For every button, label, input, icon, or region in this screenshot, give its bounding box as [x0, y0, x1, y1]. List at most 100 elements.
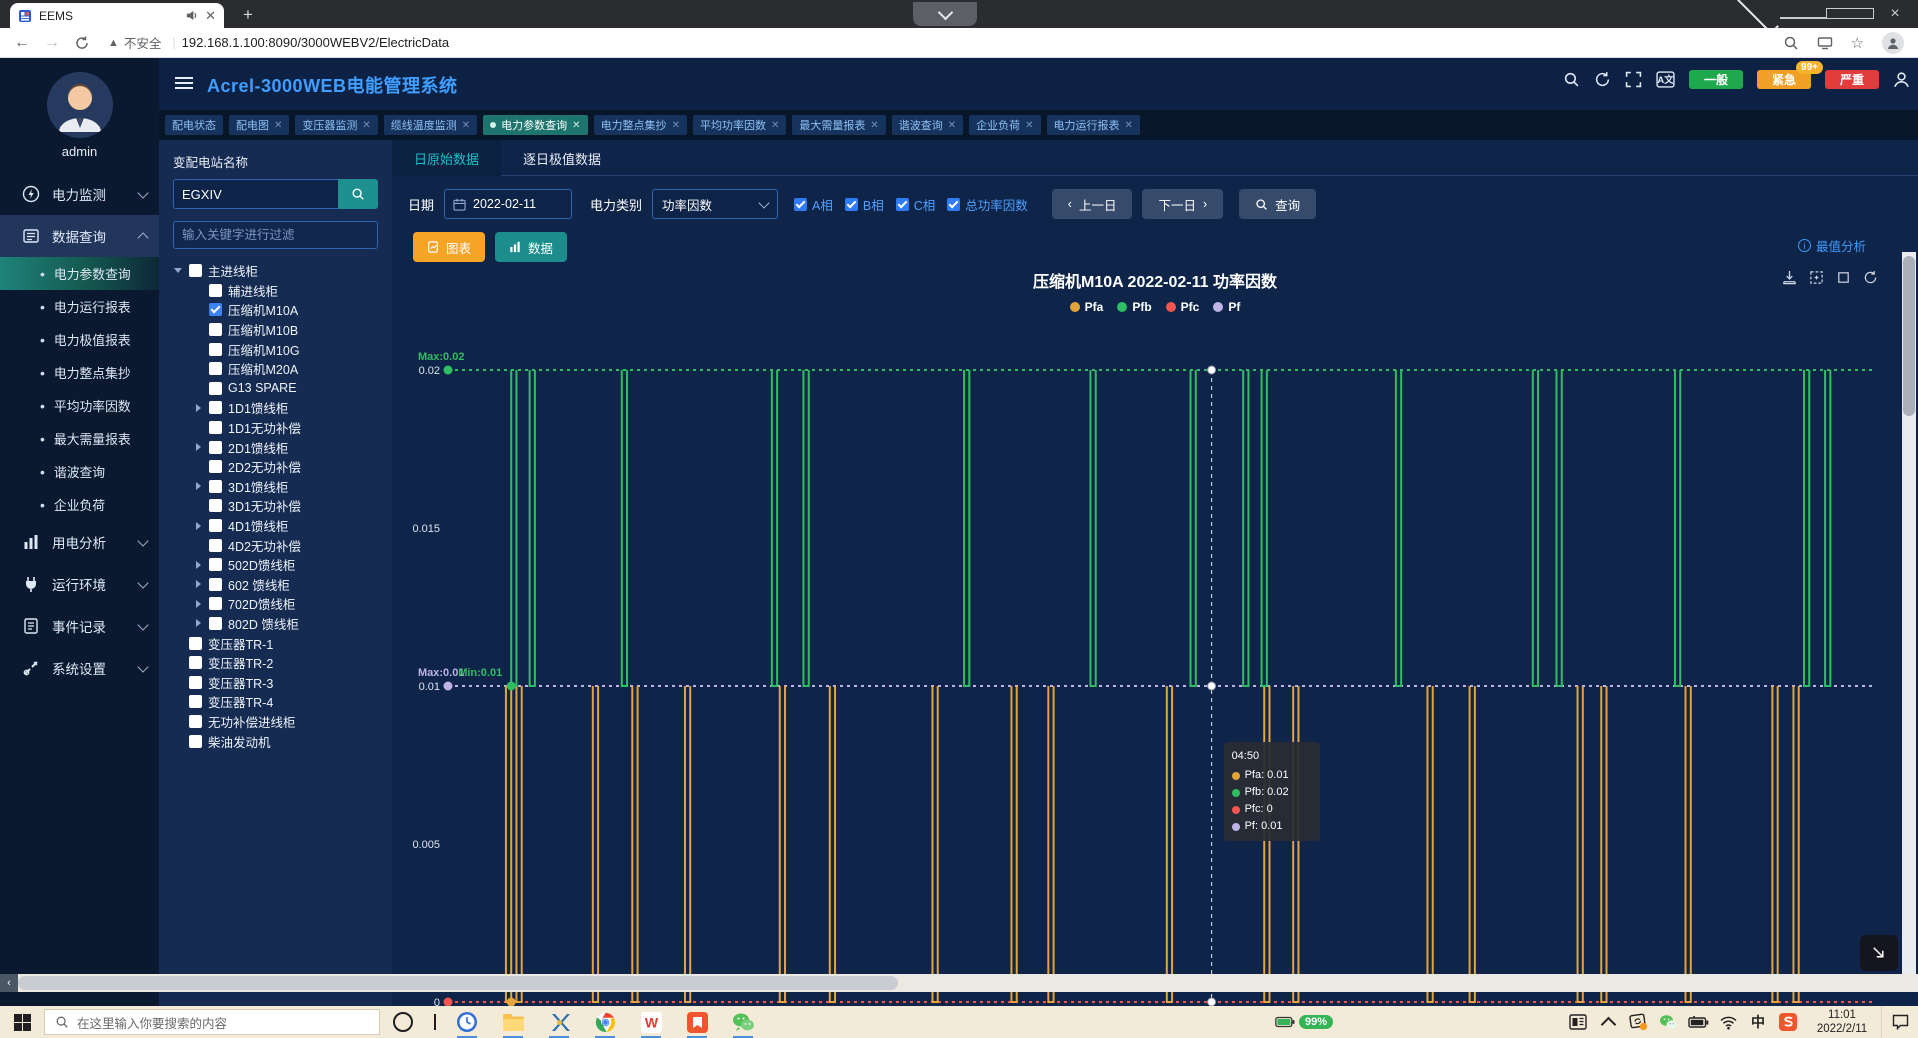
tree-checkbox[interactable] [209, 323, 222, 336]
nav-tab-1[interactable]: 配电状态 [165, 115, 223, 135]
type-select[interactable]: 功率因数 [652, 189, 778, 219]
nav-tab-3[interactable]: 变压器监测✕ [295, 115, 377, 135]
tree-checkbox[interactable] [189, 637, 202, 650]
close-tab-icon[interactable]: ✕ [362, 120, 370, 131]
tree-caret-icon[interactable] [193, 404, 203, 412]
sidebar-item-5[interactable]: 事件记录 [0, 605, 159, 647]
tree-checkbox[interactable] [209, 539, 222, 552]
red-app-icon[interactable] [674, 1006, 720, 1038]
tree-checkbox[interactable] [209, 382, 222, 395]
file-explorer-icon[interactable] [490, 1006, 536, 1038]
tree-node[interactable]: 4D1馈线柜 [173, 516, 378, 536]
checkbox-icon[interactable] [794, 198, 807, 211]
tree-checkbox[interactable] [209, 460, 222, 473]
tree-node[interactable]: 3D1馈线柜 [173, 477, 378, 497]
sidebar-subitem-1[interactable]: •电力参数查询 [0, 257, 159, 290]
avatar[interactable] [47, 72, 113, 138]
phase-checkbox-4[interactable]: 总功率因数 [947, 195, 1028, 214]
nav-tab-5[interactable]: 电力参数查询✕ [483, 115, 587, 135]
nav-tab-6[interactable]: 电力整点集抄✕ [594, 115, 687, 135]
clock-app-icon[interactable] [444, 1006, 490, 1038]
sidebar-item-6[interactable]: 系统设置 [0, 647, 159, 689]
browser-avatar-icon[interactable] [1882, 32, 1904, 54]
tree-caret-icon[interactable] [193, 600, 203, 608]
wifi-icon[interactable] [1713, 1006, 1743, 1038]
tree-checkbox[interactable] [189, 676, 202, 689]
scroll-left-arrow[interactable]: ‹ [0, 974, 18, 992]
checkbox-icon[interactable] [845, 198, 858, 211]
sidebar-subitem-7[interactable]: •谐波查询 [0, 455, 159, 488]
sub-tab-2[interactable]: 逐日极值数据 [501, 140, 623, 176]
tree-node[interactable]: 1D1无功补偿 [173, 418, 378, 438]
translate-icon[interactable]: A文 [1656, 71, 1675, 88]
tree-caret-icon[interactable] [193, 561, 203, 569]
tree-node[interactable]: 主进线柜 [173, 261, 378, 281]
tree-node[interactable]: 无功补偿进线柜 [173, 712, 378, 732]
chrome-icon[interactable] [582, 1006, 628, 1038]
window-close-button[interactable]: × [1872, 5, 1918, 23]
tree-checkbox[interactable] [189, 264, 202, 277]
alarm-badge-normal[interactable]: 一般 [1689, 70, 1743, 89]
nav-tab-9[interactable]: 谐波查询✕ [892, 115, 963, 135]
tree-node[interactable]: 辅进线柜 [173, 281, 378, 301]
chart-view-button[interactable]: 图表 [413, 232, 485, 262]
tree-node[interactable]: 变压器TR-3 [173, 672, 378, 692]
sidebar-subitem-6[interactable]: •最大需量报表 [0, 422, 159, 455]
tree-checkbox[interactable] [209, 303, 222, 316]
tree-checkbox[interactable] [209, 421, 222, 434]
wechat-icon[interactable] [720, 1006, 766, 1038]
window-minimize-button[interactable] [1780, 7, 1826, 22]
x-app-icon[interactable] [536, 1006, 582, 1038]
sidebar-item-4[interactable]: 运行环境 [0, 563, 159, 605]
hamburger-menu-icon[interactable] [175, 77, 193, 91]
sidebar-subitem-8[interactable]: •企业负荷 [0, 488, 159, 521]
back-icon[interactable]: ← [14, 34, 30, 52]
tree-checkbox[interactable] [189, 735, 202, 748]
start-button[interactable] [0, 1014, 44, 1031]
tree-checkbox[interactable] [209, 597, 222, 610]
sidebar-item-2[interactable]: 数据查询 [0, 215, 159, 257]
horizontal-scrollbar[interactable]: ‹ [0, 974, 1918, 992]
send-to-device-icon[interactable] [1817, 35, 1833, 51]
nav-tab-7[interactable]: 平均功率因数✕ [693, 115, 786, 135]
bookmark-star-icon[interactable]: ☆ [1851, 34, 1864, 52]
tree-node[interactable]: 变压器TR-1 [173, 633, 378, 653]
window-maximize-button[interactable] [1826, 7, 1872, 22]
horizontal-scrollbar-thumb[interactable] [18, 976, 898, 990]
nav-tab-8[interactable]: 最大需量报表✕ [792, 115, 885, 135]
tree-caret-icon[interactable] [193, 580, 203, 588]
tree-checkbox[interactable] [209, 578, 222, 591]
tab-close-icon[interactable]: ✕ [205, 9, 216, 22]
tree-caret-icon[interactable] [193, 619, 203, 627]
checkbox-icon[interactable] [947, 198, 960, 211]
close-tab-icon[interactable]: ✕ [462, 120, 470, 131]
sidebar-subitem-4[interactable]: •电力整点集抄 [0, 356, 159, 389]
tree-node[interactable]: 502D馈线柜 [173, 555, 378, 575]
refresh-chart-icon[interactable] [1863, 270, 1878, 285]
tree-node[interactable]: 2D1馈线柜 [173, 437, 378, 457]
taskbar-clock[interactable]: 11:01 2022/2/11 [1809, 1008, 1875, 1036]
zoom-select-icon[interactable] [1809, 270, 1824, 285]
url-text[interactable]: 192.168.1.100:8090/3000WEBV2/ElectricDat… [182, 35, 449, 50]
tree-checkbox[interactable] [209, 362, 222, 375]
sidebar-subitem-2[interactable]: •电力运行报表 [0, 290, 159, 323]
tree-checkbox[interactable] [209, 499, 222, 512]
fullscreen-icon[interactable] [1625, 71, 1642, 88]
phase-checkbox-2[interactable]: B相 [845, 195, 884, 214]
tree-checkbox[interactable] [209, 519, 222, 532]
tree-node[interactable]: 702D馈线柜 [173, 594, 378, 614]
tab-audio-icon[interactable] [185, 9, 198, 22]
tree-caret-icon[interactable] [193, 482, 203, 490]
window-chevron-icon[interactable] [1734, 7, 1780, 22]
checkbox-icon[interactable] [896, 198, 909, 211]
close-tab-icon[interactable]: ✕ [672, 120, 680, 131]
nav-tab-10[interactable]: 企业负荷✕ [969, 115, 1040, 135]
sidebar-item-1[interactable]: 电力监测 [0, 173, 159, 215]
wechat-tray-icon[interactable] [1653, 1006, 1683, 1038]
tree-checkbox[interactable] [189, 715, 202, 728]
restore-icon[interactable] [1836, 270, 1851, 285]
sync-tray-icon[interactable] [1623, 1006, 1653, 1038]
alarm-badge-severe[interactable]: 严重 [1825, 70, 1879, 89]
close-tab-icon[interactable]: ✕ [1025, 120, 1033, 131]
prev-day-button[interactable]: ‹ 上一日 [1052, 189, 1133, 219]
